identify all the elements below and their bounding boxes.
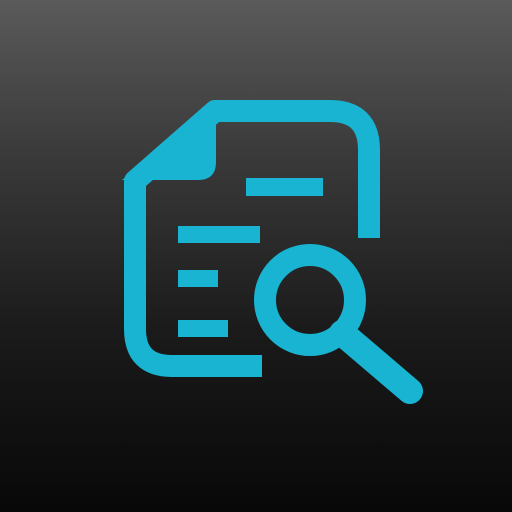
app-icon-tile[interactable]	[0, 0, 512, 512]
text-line-3	[178, 270, 218, 287]
text-line-1	[246, 178, 323, 196]
document-search-icon	[122, 100, 423, 404]
text-line-4	[178, 320, 228, 337]
magnifier-handle	[329, 320, 423, 404]
text-line-2	[178, 226, 260, 243]
